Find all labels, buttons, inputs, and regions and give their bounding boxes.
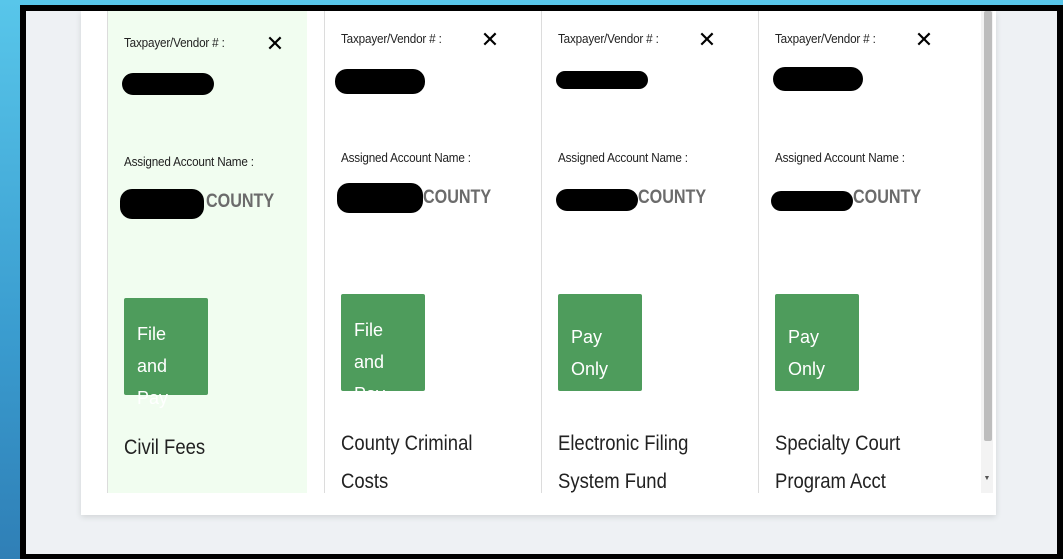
page-viewport: Taxpayer/Vendor # : ✕ Assigned Account N… (26, 11, 1057, 554)
taxpayer-vendor-label: Taxpayer/Vendor # : (341, 31, 442, 46)
fee-name: Civil Fees (124, 436, 206, 459)
fee-name: Specialty Court Program Acct (775, 432, 901, 493)
assigned-account-label: Assigned Account Name : (558, 150, 688, 165)
scrollbar-thumb[interactable] (984, 11, 992, 441)
taxpayer-vendor-label: Taxpayer/Vendor # : (558, 31, 659, 46)
redacted-vendor-number (122, 73, 214, 95)
file-and-pay-button[interactable]: File and Pay (341, 294, 425, 404)
file-and-pay-button[interactable]: File and Pay (124, 298, 208, 408)
account-name-value: COUNTY (853, 187, 922, 208)
close-icon[interactable]: ✕ (913, 29, 935, 51)
fee-name: County Criminal Costs (341, 432, 473, 493)
account-card-civil-fees[interactable]: Taxpayer/Vendor # : ✕ Assigned Account N… (107, 11, 307, 493)
account-card-county-criminal-costs[interactable]: Taxpayer/Vendor # : ✕ Assigned Account N… (324, 11, 541, 493)
account-name-value: COUNTY (206, 191, 275, 212)
assigned-account-label: Assigned Account Name : (775, 150, 905, 165)
pay-only-button[interactable]: Pay Only (775, 294, 859, 391)
redacted-vendor-number (556, 71, 648, 89)
redacted-account-name (771, 191, 853, 211)
account-card-list[interactable]: Taxpayer/Vendor # : ✕ Assigned Account N… (107, 11, 957, 493)
account-card-electronic-filing-system-fund[interactable]: Taxpayer/Vendor # : ✕ Assigned Account N… (541, 11, 758, 493)
taxpayer-vendor-label: Taxpayer/Vendor # : (775, 31, 876, 46)
assigned-account-label: Assigned Account Name : (124, 154, 254, 169)
pay-only-button[interactable]: Pay Only (558, 294, 642, 391)
close-icon[interactable]: ✕ (696, 29, 718, 51)
account-name-value: COUNTY (638, 187, 707, 208)
taxpayer-vendor-label: Taxpayer/Vendor # : (124, 35, 225, 50)
screenshot-frame: Taxpayer/Vendor # : ✕ Assigned Account N… (20, 5, 1063, 559)
assigned-account-label: Assigned Account Name : (341, 150, 471, 165)
redacted-vendor-number (335, 69, 425, 94)
account-name-value: COUNTY (423, 187, 492, 208)
vertical-scrollbar[interactable]: ▼ (981, 11, 993, 493)
close-icon[interactable]: ✕ (264, 33, 286, 55)
account-selection-panel: Taxpayer/Vendor # : ✕ Assigned Account N… (81, 11, 996, 515)
fee-name: Electronic Filing System Fund (558, 432, 689, 493)
redacted-account-name (120, 189, 204, 219)
redacted-account-name (337, 183, 423, 213)
chevron-down-icon[interactable]: ▼ (983, 475, 991, 483)
close-icon[interactable]: ✕ (479, 29, 501, 51)
account-card-specialty-court-program-acct[interactable]: Taxpayer/Vendor # : ✕ Assigned Account N… (758, 11, 957, 493)
redacted-account-name (556, 189, 638, 211)
redacted-vendor-number (773, 67, 863, 91)
